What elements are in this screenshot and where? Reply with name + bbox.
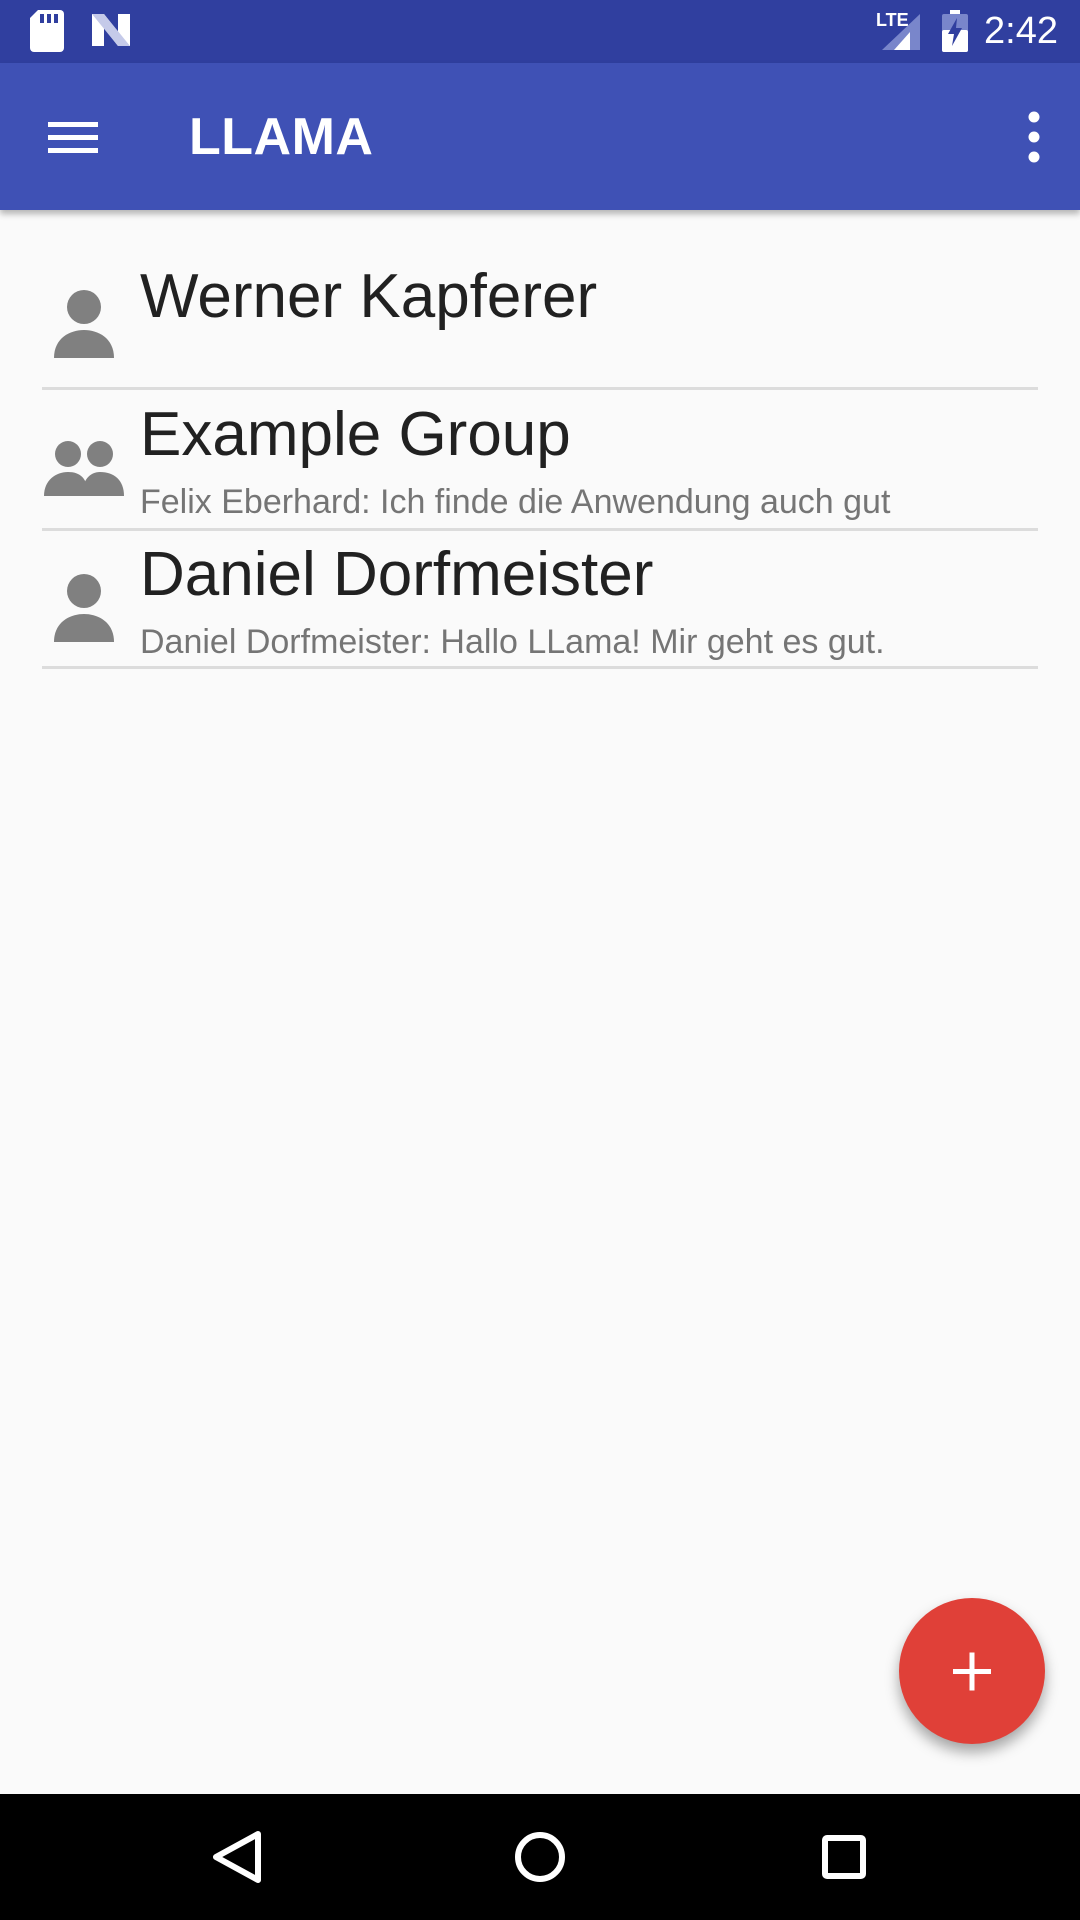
- conversation-name: Example Group: [140, 400, 571, 469]
- conversation-item-werner-kapferer[interactable]: Werner Kapferer: [42, 210, 1038, 390]
- n-notification-icon: [92, 14, 130, 46]
- conversation-item-daniel-dorfmeister[interactable]: Daniel Dorfmeister Daniel Dorfmeister: H…: [42, 528, 1038, 669]
- lte-signal-icon: [882, 14, 920, 50]
- hamburger-menu-button[interactable]: [30, 102, 116, 172]
- sd-card-icon: [30, 10, 64, 52]
- more-vert-icon: [1028, 111, 1040, 163]
- battery-charging-icon: [942, 10, 968, 52]
- new-conversation-fab[interactable]: [899, 1598, 1045, 1744]
- conversation-preview: Daniel Dorfmeister: Hallo LLama! Mir geh…: [140, 623, 885, 661]
- conversation-item-example-group[interactable]: Example Group Felix Eberhard: Ich finde …: [42, 390, 1038, 531]
- overflow-menu-button[interactable]: [996, 100, 1066, 174]
- recents-button[interactable]: [803, 1822, 883, 1892]
- back-button[interactable]: [196, 1822, 276, 1892]
- person-icon: [54, 574, 114, 642]
- hamburger-menu-icon: [48, 122, 98, 153]
- person-icon: [54, 290, 114, 358]
- group-icon: [44, 441, 124, 496]
- app-bar: LLAMA: [0, 63, 1080, 210]
- conversation-name: Daniel Dorfmeister: [140, 540, 654, 609]
- navigation-bar: [0, 1794, 1080, 1920]
- conversation-name: Werner Kapferer: [140, 262, 598, 331]
- home-icon: [515, 1832, 565, 1882]
- recents-icon: [822, 1835, 866, 1879]
- plus-icon: [953, 1652, 991, 1691]
- back-icon: [213, 1831, 261, 1883]
- home-button[interactable]: [500, 1822, 580, 1892]
- conversation-preview: Felix Eberhard: Ich finde die Anwendung …: [140, 483, 891, 521]
- status-time: 2:42: [984, 10, 1058, 52]
- status-bar: LTE 2:42: [0, 0, 1080, 63]
- app-title: LLAMA: [189, 108, 374, 166]
